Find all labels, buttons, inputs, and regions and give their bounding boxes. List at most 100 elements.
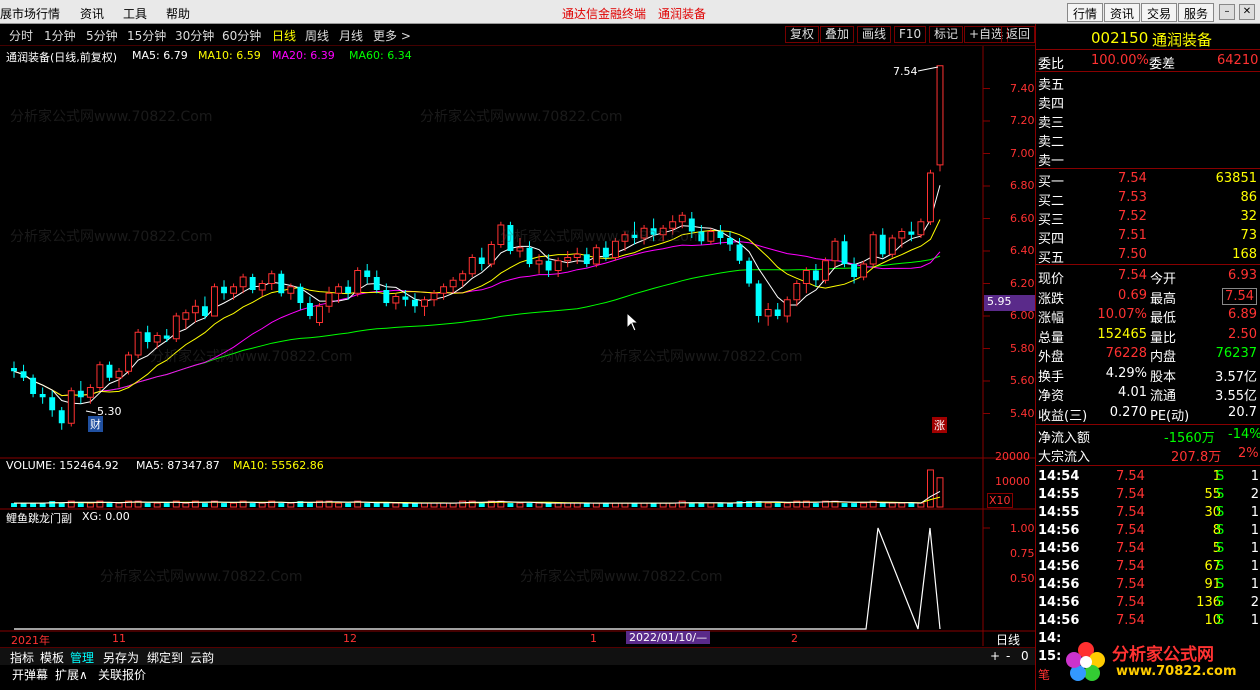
candle-body bbox=[392, 296, 400, 304]
tab-expand[interactable]: 扩展∧ bbox=[55, 666, 88, 683]
buy-row[interactable]: 买三 7.52 32 bbox=[1036, 208, 1260, 228]
period-15min[interactable]: 15分钟 bbox=[127, 27, 166, 44]
tab-template[interactable]: 模板 bbox=[40, 649, 64, 666]
tick-time: 14:56 bbox=[1038, 595, 1080, 610]
f10-button[interactable]: F10 bbox=[894, 26, 927, 43]
buy-row[interactable]: 买四 7.51 73 bbox=[1036, 227, 1260, 247]
volume-bar bbox=[383, 503, 390, 507]
tab-related-quote[interactable]: 关联报价 bbox=[98, 666, 146, 683]
sell-row[interactable]: 卖三 bbox=[1036, 111, 1260, 131]
tick-time: 14:55 bbox=[1038, 505, 1080, 520]
stat-label-2: 股本 bbox=[1150, 369, 1177, 385]
weicha-value: 64210 bbox=[1217, 53, 1259, 68]
service-button[interactable]: 服务 bbox=[1178, 3, 1215, 22]
tick-side: S bbox=[1216, 505, 1225, 520]
back-button[interactable]: 返回 bbox=[1001, 26, 1035, 43]
ma10-label: MA10: 6.59 bbox=[198, 49, 261, 62]
tab-bind-to[interactable]: 绑定到 bbox=[147, 649, 183, 666]
limit-up-badge[interactable]: 涨 bbox=[932, 417, 947, 433]
menu-info[interactable]: 资讯 bbox=[80, 5, 104, 22]
candle-body bbox=[783, 299, 791, 317]
candle-body bbox=[411, 299, 418, 307]
volume-bar bbox=[898, 502, 906, 508]
volume-bar bbox=[516, 502, 524, 508]
finance-badge[interactable]: 财 bbox=[88, 416, 103, 432]
period-fenshi[interactable]: 分时 bbox=[9, 27, 33, 44]
price-axis-label: 7.20 bbox=[1010, 114, 1035, 127]
period-5min[interactable]: 5分钟 bbox=[86, 27, 118, 44]
menu-help[interactable]: 帮助 bbox=[166, 5, 190, 22]
buy-row[interactable]: 买一 7.54 63851 bbox=[1036, 170, 1260, 190]
chart-area[interactable]: 通润装备(日线,前复权) MA5: 6.79 MA10: 6.59 MA20: … bbox=[0, 46, 1035, 647]
period-30min[interactable]: 30分钟 bbox=[175, 27, 214, 44]
weibi-label: 委比 bbox=[1038, 57, 1065, 72]
mark-button[interactable]: 标记 bbox=[929, 26, 964, 43]
tick-side: S bbox=[1216, 559, 1225, 574]
buy-label: 买三 bbox=[1038, 213, 1065, 228]
stat-value-2: 6.89 bbox=[1228, 307, 1257, 322]
candle-body bbox=[478, 257, 485, 264]
candle-body bbox=[669, 221, 677, 229]
candle-body bbox=[688, 218, 695, 232]
sell-row[interactable]: 卖二 bbox=[1036, 130, 1260, 150]
tick-side: S bbox=[1216, 577, 1225, 592]
sell-label: 卖四 bbox=[1038, 97, 1065, 112]
period-1min[interactable]: 1分钟 bbox=[44, 27, 76, 44]
news-button[interactable]: 资讯 bbox=[1104, 3, 1141, 22]
volume-bar bbox=[879, 503, 886, 507]
site-logo: 分析家公式网 www.70822.com bbox=[1064, 634, 1260, 690]
period-week[interactable]: 周线 bbox=[305, 27, 329, 44]
period-month[interactable]: 月线 bbox=[339, 27, 363, 44]
candle-body bbox=[383, 290, 390, 303]
candle-body bbox=[659, 227, 667, 236]
volume-bar bbox=[163, 503, 170, 507]
trade-button[interactable]: 交易 bbox=[1141, 3, 1178, 22]
netflow-row: 净流入额 -1560万 -14% bbox=[1036, 426, 1260, 446]
close-icon[interactable]: ✕ bbox=[1239, 4, 1255, 20]
tab-indicator[interactable]: 指标 bbox=[10, 649, 34, 666]
sell-row[interactable]: 卖五 bbox=[1036, 73, 1260, 93]
zoom-out-button[interactable]: - bbox=[1006, 649, 1010, 663]
flower-logo-icon bbox=[1066, 642, 1105, 681]
stat-value-2: 7.54 bbox=[1222, 287, 1257, 305]
kline-svg[interactable] bbox=[0, 46, 1035, 646]
candle-body bbox=[297, 286, 304, 303]
volume-bar bbox=[402, 503, 409, 507]
menu-market[interactable]: 展市场行情 bbox=[0, 5, 60, 22]
candle-body bbox=[354, 270, 362, 294]
menu-tools[interactable]: 工具 bbox=[123, 5, 147, 22]
tab-manage[interactable]: 管理 bbox=[70, 649, 94, 666]
tick-mode-button[interactable]: 笔 bbox=[1038, 666, 1050, 683]
price-axis-label: 7.40 bbox=[1010, 81, 1035, 95]
tab-cloud[interactable]: 云韵 bbox=[190, 649, 214, 666]
candle-body bbox=[373, 277, 380, 290]
fuquan-button[interactable]: 复权 bbox=[785, 26, 820, 43]
buy-row[interactable]: 买五 7.50 168 bbox=[1036, 246, 1260, 266]
candle-body bbox=[507, 225, 514, 251]
minimize-icon[interactable]: – bbox=[1219, 4, 1235, 20]
candle-body bbox=[249, 277, 256, 290]
volume-bar bbox=[278, 503, 285, 507]
indicator-axis-075: 0.75 bbox=[1010, 547, 1035, 560]
volume-axis-10000: 10000 bbox=[995, 475, 1030, 488]
tick-row: 14:55 7.54 55 S 2 bbox=[1036, 486, 1260, 505]
tab-save-as[interactable]: 另存为 bbox=[103, 649, 139, 666]
quote-button[interactable]: 行情 bbox=[1067, 3, 1104, 22]
stat-label-1: 收益(三) bbox=[1038, 408, 1088, 424]
overlay-button[interactable]: 叠加 bbox=[820, 26, 855, 43]
volume-bar bbox=[860, 502, 868, 508]
sell-row[interactable]: 卖四 bbox=[1036, 92, 1260, 112]
tick-time: 14:54 bbox=[1038, 469, 1080, 484]
period-60min[interactable]: 60分钟 bbox=[222, 27, 261, 44]
zoom-in-button[interactable]: + bbox=[990, 649, 1000, 663]
buy-row[interactable]: 买二 7.53 86 bbox=[1036, 189, 1260, 209]
tab-danmu[interactable]: 开弹幕 bbox=[12, 666, 48, 683]
weicha-label: 委差 bbox=[1149, 57, 1176, 72]
zoom-reset-button[interactable]: 0 bbox=[1021, 649, 1029, 663]
period-more[interactable]: 更多 > bbox=[373, 27, 411, 44]
sell-row[interactable]: 卖一 bbox=[1036, 149, 1260, 169]
period-day[interactable]: 日线 bbox=[272, 27, 296, 44]
candle-body bbox=[640, 227, 648, 239]
draw-button[interactable]: 画线 bbox=[857, 26, 892, 43]
candle-body bbox=[888, 237, 896, 255]
